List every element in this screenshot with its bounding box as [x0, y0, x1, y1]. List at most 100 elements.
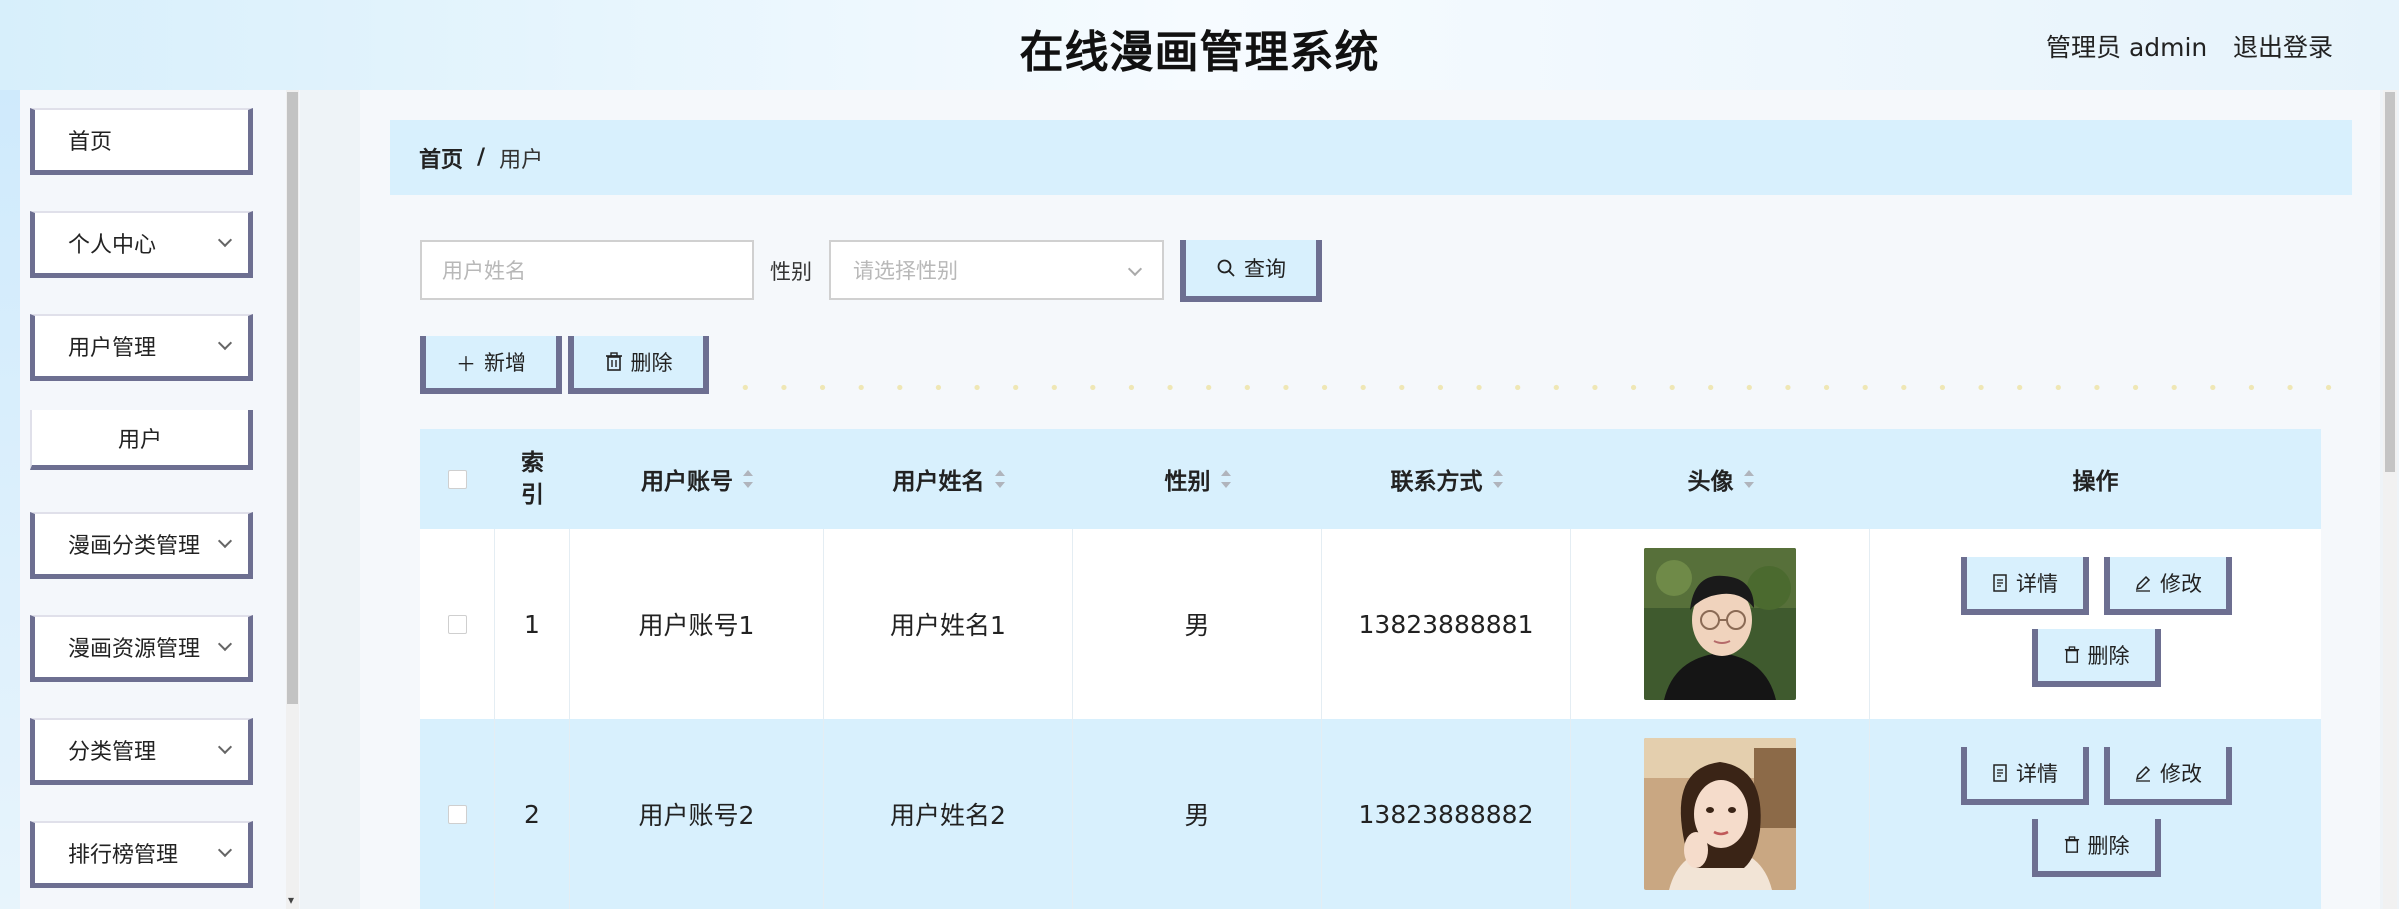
header-account[interactable]: 用户账号: [570, 429, 824, 529]
cell-index: 2: [495, 719, 570, 909]
edit-button-label: 修改: [2160, 572, 2202, 596]
header-select-all[interactable]: [420, 429, 495, 529]
sidebar-item-label: 漫画资源管理: [68, 637, 201, 662]
header-ops: 操作: [2072, 469, 2119, 495]
sidebar-item-comic-resource-management[interactable]: 漫画资源管理: [30, 615, 253, 682]
add-button[interactable]: ＋ 新增: [420, 336, 562, 394]
detail-button[interactable]: 详情: [1961, 747, 2089, 805]
row-checkbox[interactable]: [447, 614, 467, 634]
delete-button-label: 删除: [630, 351, 673, 375]
gender-select[interactable]: 请选择性别: [829, 240, 1164, 300]
sidebar-scrollbar[interactable]: ▾: [286, 90, 299, 909]
sidebar-item-label: 首页: [68, 130, 113, 155]
delete-row-button-label: 删除: [2087, 644, 2130, 668]
trash-icon: [605, 352, 622, 371]
sidebar-item-label: 漫画分类管理: [68, 534, 201, 559]
query-button[interactable]: 查询: [1180, 240, 1322, 302]
main-scrollbar[interactable]: [2383, 90, 2397, 909]
admin-label: 管理员 admin: [2046, 33, 2208, 62]
document-icon: [1993, 764, 2007, 782]
cell-account: 用户账号2: [570, 719, 824, 909]
sort-icon[interactable]: [1743, 470, 1754, 488]
cell-gender: 男: [1073, 529, 1322, 719]
header-contact[interactable]: 联系方式: [1322, 429, 1571, 529]
row-select[interactable]: [420, 529, 495, 719]
sort-icon[interactable]: [1492, 470, 1503, 488]
sidebar-item-comic-category-management[interactable]: 漫画分类管理: [30, 512, 253, 579]
header-avatar-label: 头像: [1687, 469, 1734, 495]
sidebar-item-category-management[interactable]: 分类管理: [30, 718, 253, 785]
trash-icon: [2064, 646, 2079, 663]
chevron-down-icon: [217, 533, 233, 549]
header-gender-label: 性别: [1164, 469, 1211, 495]
breadcrumb: 首页 / 用户: [390, 120, 2352, 195]
sidebar-scrollbar-thumb[interactable]: [287, 92, 298, 704]
header-gender[interactable]: 性别: [1073, 429, 1322, 529]
breadcrumb-separator: /: [477, 145, 486, 170]
pencil-icon: [2135, 765, 2151, 782]
edit-button[interactable]: 修改: [2104, 747, 2232, 805]
sidebar-item-home[interactable]: 首页: [30, 108, 253, 175]
chevron-down-icon: [217, 739, 233, 755]
sort-icon[interactable]: [1220, 470, 1231, 488]
header-avatar[interactable]: 头像: [1571, 429, 1870, 529]
cell-gender: 男: [1073, 719, 1322, 909]
sidebar-item-ranking-management[interactable]: 排行榜管理: [30, 821, 253, 888]
table-row: 2 用户账号2 用户姓名2 男 13823888882 详情 修改 删除: [420, 719, 2321, 909]
logout-link[interactable]: 退出登录: [2233, 28, 2333, 64]
gender-select-placeholder: 请选择性别: [853, 259, 958, 283]
chevron-down-icon: [217, 636, 233, 652]
breadcrumb-current: 用户: [499, 147, 544, 173]
edit-button[interactable]: 修改: [2104, 557, 2232, 615]
row-select[interactable]: [420, 719, 495, 909]
scroll-down-arrow-icon[interactable]: ▾: [288, 893, 294, 907]
header-name[interactable]: 用户姓名: [824, 429, 1073, 529]
chevron-down-icon: [217, 232, 233, 248]
main-scrollbar-thumb[interactable]: [2385, 92, 2395, 472]
avatar-image: [1644, 738, 1796, 890]
table-header: 索 引 用户账号 用户姓名 性别 联系方式 头像 操作: [420, 429, 2321, 529]
header-index: 索 引: [521, 450, 544, 508]
header-contact-label: 联系方式: [1390, 469, 1483, 495]
avatar-image: [1644, 548, 1796, 700]
delete-row-button[interactable]: 删除: [2032, 819, 2161, 877]
query-button-label: 查询: [1244, 257, 1286, 281]
cell-ops: 详情 修改 删除: [1870, 719, 2321, 909]
decorative-dots: ••••••••••••••••••••••••••••••••••••••••…: [740, 378, 2360, 398]
cell-avatar: [1571, 529, 1870, 719]
sidebar-item-user-management[interactable]: 用户管理: [30, 314, 253, 381]
sidebar-item-personal-center[interactable]: 个人中心: [30, 211, 253, 278]
chevron-down-icon: [217, 842, 233, 858]
plus-icon: ＋: [456, 351, 476, 376]
sidebar-item-label: 排行榜管理: [68, 843, 179, 868]
sidebar-subitem-user[interactable]: 用户: [30, 410, 253, 470]
select-all-checkbox[interactable]: [448, 469, 467, 489]
sort-icon[interactable]: [994, 470, 1005, 488]
edit-button-label: 修改: [2160, 762, 2202, 786]
breadcrumb-home[interactable]: 首页: [419, 142, 463, 174]
table-row: 1 用户账号1 用户姓名1 男 13823888881 详情 修改 删除: [420, 529, 2321, 719]
delete-row-button[interactable]: 删除: [2032, 629, 2161, 687]
cell-name: 用户姓名2: [824, 719, 1073, 909]
sidebar-item-label: 分类管理: [68, 740, 157, 765]
header-account-label: 用户账号: [641, 469, 733, 495]
sidebar-subitem-label: 用户: [117, 427, 162, 453]
sort-icon[interactable]: [743, 470, 753, 488]
cell-contact: 13823888881: [1322, 529, 1571, 719]
user-name-search-input[interactable]: 用户姓名: [420, 240, 754, 300]
batch-delete-button[interactable]: 删除: [568, 336, 709, 394]
gender-label: 性别: [770, 260, 812, 284]
sidebar-item-label: 用户管理: [68, 336, 157, 361]
cell-contact: 13823888882: [1322, 719, 1571, 909]
row-checkbox[interactable]: [447, 804, 467, 824]
cell-name: 用户姓名1: [824, 529, 1073, 719]
delete-row-button-label: 删除: [2087, 834, 2130, 858]
add-button-label: 新增: [484, 351, 526, 375]
trash-icon: [2064, 836, 2079, 853]
detail-button[interactable]: 详情: [1961, 557, 2089, 615]
sidebar: 首页 个人中心 用户管理 用户 漫画分类管理 漫画资源管理 分类管理 排行榜管理…: [0, 90, 300, 909]
pencil-icon: [2135, 575, 2151, 592]
sidebar-item-label: 个人中心: [68, 233, 157, 258]
detail-button-label: 详情: [2016, 572, 2058, 596]
detail-button-label: 详情: [2016, 762, 2058, 786]
